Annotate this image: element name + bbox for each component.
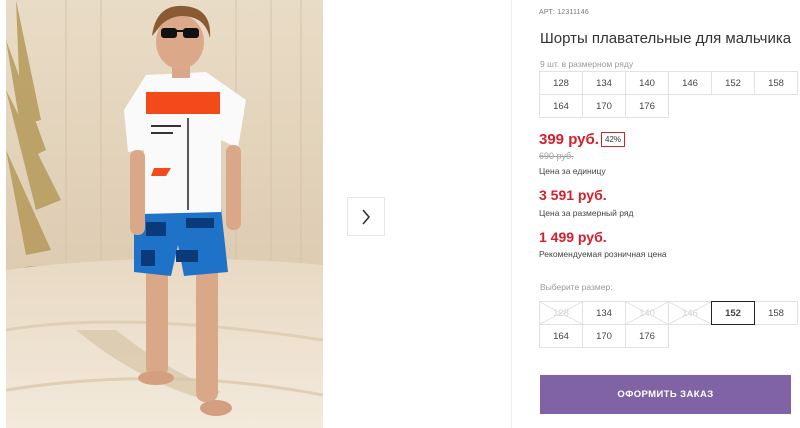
size-option-146: 146 (668, 301, 712, 325)
unit-price: 399 руб. (539, 131, 599, 148)
product-title: Шорты плавательные для мальчика (540, 30, 792, 47)
range-price-label: Цена за размерный ряд (539, 208, 634, 218)
unavailable-cross-icon (626, 302, 668, 324)
chevron-right-icon (362, 208, 371, 225)
unavailable-cross-icon (669, 302, 711, 324)
size-option-label: 170 (596, 330, 612, 342)
size-option-176[interactable]: 176 (625, 324, 669, 348)
range-size-cell: 176 (625, 94, 669, 118)
range-price: 3 591 руб. (539, 187, 607, 203)
size-option-134[interactable]: 134 (582, 301, 626, 325)
range-size-cell: 146 (668, 71, 712, 95)
old-price: 690 руб. (539, 151, 574, 161)
range-size-cell: 170 (582, 94, 626, 118)
size-option-label: 152 (725, 307, 741, 319)
range-size-cell: 152 (711, 71, 755, 95)
size-option-128: 128 (539, 301, 583, 325)
size-option-label: 164 (553, 330, 569, 342)
product-gallery (0, 0, 512, 428)
choose-size-label: Выберите размер: (540, 282, 613, 292)
next-image-button[interactable] (347, 197, 385, 236)
range-count-note: 9 шт. в размерном ряду (540, 59, 634, 69)
size-option-158[interactable]: 158 (754, 301, 798, 325)
size-option-label: 158 (768, 307, 784, 319)
range-size-cell: 140 (625, 71, 669, 95)
article-label: АРТ: (539, 9, 556, 16)
range-size-cell: 128 (539, 71, 583, 95)
discount-badge: 42% (601, 132, 626, 147)
size-option-140: 140 (625, 301, 669, 325)
article-value: 12311146 (557, 9, 589, 16)
size-option-170[interactable]: 170 (582, 324, 626, 348)
range-size-cell: 134 (582, 71, 626, 95)
size-option-label: 176 (639, 330, 655, 342)
size-range-grid: 128 134 140 146 152 158 164 170 176 (539, 71, 798, 118)
unit-price-label: Цена за единицу (539, 166, 606, 176)
size-option-label: 134 (596, 307, 612, 319)
product-photo[interactable] (6, 0, 323, 428)
retail-price: 1 499 руб. (539, 229, 607, 245)
range-size-cell: 164 (539, 94, 583, 118)
product-panel: АРТ: 12311146 Шорты плавательные для мал… (539, 0, 800, 428)
size-option-152[interactable]: 152 (711, 301, 755, 325)
unavailable-cross-icon (540, 302, 582, 324)
range-size-cell: 158 (754, 71, 798, 95)
size-option-164[interactable]: 164 (539, 324, 583, 348)
article-number: АРТ: 12311146 (539, 9, 589, 16)
order-button[interactable]: ОФОРМИТЬ ЗАКАЗ (540, 375, 791, 414)
retail-price-label: Рекомендуемая розничная цена (539, 249, 667, 259)
size-select-grid: 128 134 140146 152 158 164 170 176 (539, 301, 798, 348)
